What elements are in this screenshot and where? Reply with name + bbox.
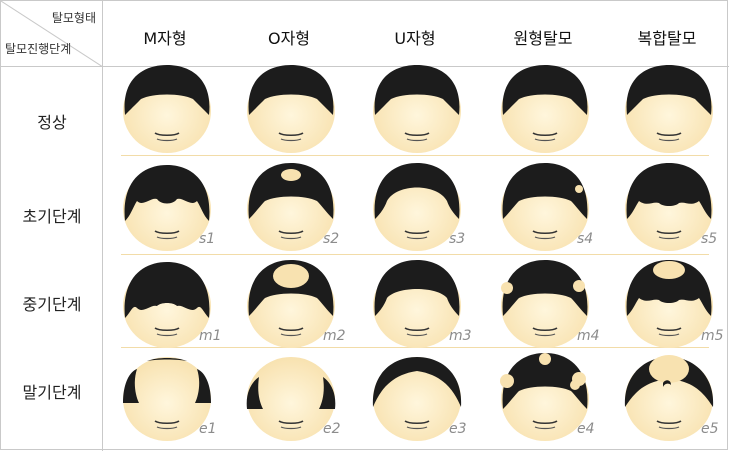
header-corner-cell: 탈모형태 탈모진행단계 [1, 1, 103, 67]
head-illustration: m1 [117, 258, 222, 348]
stage-code-label: e4 [577, 421, 595, 437]
head-drawing [123, 65, 211, 153]
head-drawing [625, 65, 713, 153]
table-header: 탈모형태 탈모진행단계 M자형 O자형 U자형 원형탈모 복합탈모 [1, 1, 729, 67]
hair-loss-type-label: 탈모형태 [51, 11, 96, 25]
stage-code-label: s4 [577, 231, 594, 247]
stage-code-label: m2 [323, 328, 346, 344]
stage-code-label: s5 [701, 231, 718, 247]
head-drawing [247, 65, 335, 153]
row-label-late: 말기단계 [22, 383, 82, 402]
hair-loss-chart: 탈모형태 탈모진행단계 M자형 O자형 U자형 원형탈모 복합탈모 정상 초기단… [0, 0, 729, 451]
stage-code-label: e5 [701, 421, 719, 437]
head-illustration: e2 [241, 351, 341, 441]
row-label-early: 초기단계 [22, 207, 82, 226]
head-illustration: m5 [619, 258, 724, 348]
stage-code-label: m4 [577, 328, 600, 344]
stage-code-label: s1 [199, 231, 216, 247]
column-header-circular-type: 원형탈모 [513, 29, 573, 48]
progression-stage-label: 탈모진행단계 [5, 42, 72, 56]
head-illustration: e5 [619, 351, 719, 441]
head-illustration: m2 [241, 258, 346, 348]
stage-code-label: s3 [449, 231, 466, 247]
head-illustration [241, 63, 341, 153]
head-illustration: e3 [367, 351, 467, 441]
head-illustration [367, 63, 467, 153]
head-illustration [117, 63, 217, 153]
head-illustration: s4 [495, 161, 595, 251]
row-separator [121, 254, 709, 255]
stage-code-label: e3 [449, 421, 467, 437]
head-illustration [495, 63, 595, 153]
head-illustration [619, 63, 719, 153]
row-separator [121, 155, 709, 156]
row-label-middle: 중기단계 [22, 295, 82, 314]
stage-code-label: e1 [199, 421, 217, 437]
stage-code-label: m3 [449, 328, 472, 344]
head-illustration: m4 [495, 258, 600, 348]
stage-code-label: s2 [323, 231, 340, 247]
stage-code-label: m5 [701, 328, 724, 344]
head-illustration: s5 [619, 161, 719, 251]
head-illustration: e4 [495, 351, 595, 441]
head-illustration: s1 [117, 161, 217, 251]
stage-code-label: m1 [199, 328, 222, 344]
head-drawing [501, 65, 589, 153]
column-header-u-type: U자형 [394, 29, 436, 48]
head-illustration: s2 [241, 161, 341, 251]
column-header-m-type: M자형 [143, 29, 187, 48]
head-illustration: e1 [117, 351, 217, 441]
head-illustration: s3 [367, 161, 467, 251]
head-illustration: m3 [367, 258, 472, 348]
column-header-complex-type: 복합탈모 [637, 29, 697, 48]
stage-code-label: e2 [323, 421, 341, 437]
head-drawing [373, 65, 461, 153]
row-label-normal: 정상 [37, 113, 67, 132]
column-header-o-type: O자형 [267, 29, 311, 48]
